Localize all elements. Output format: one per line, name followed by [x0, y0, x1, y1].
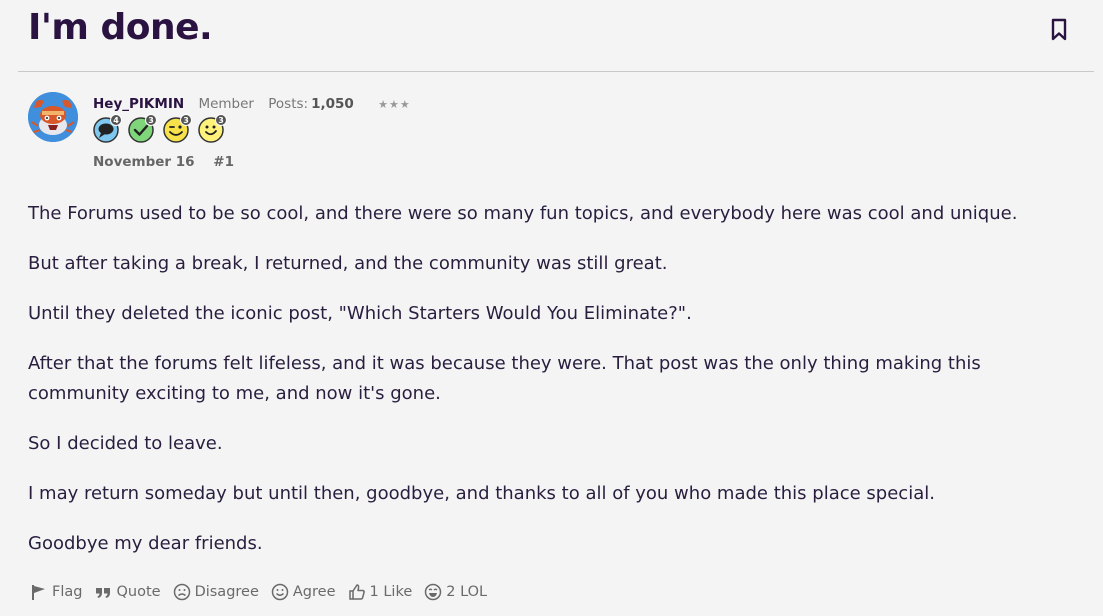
post-paragraph: But after taking a break, I returned, an… [28, 253, 668, 274]
flag-icon [32, 585, 45, 600]
badge-wink[interactable]: 3 [163, 114, 192, 143]
post-number-link[interactable]: #1 [213, 154, 234, 170]
badge-smile[interactable]: 3 [198, 114, 227, 143]
quote-label: Quote [116, 584, 161, 600]
like-label: 1 Like [369, 584, 413, 600]
posts-count-value: 1,050 [311, 96, 354, 112]
post-actions: Flag Quote Disagree Agree 1 Like 2 LOL [30, 583, 487, 601]
post-info: November 16 #1 [93, 154, 234, 170]
rank-stars: ★★★ [378, 98, 411, 111]
page-title: I'm done. [28, 7, 213, 48]
quote-icon [96, 588, 111, 598]
bookmark-icon[interactable] [1049, 18, 1069, 42]
post-paragraph: I may return someday but until then, goo… [28, 483, 935, 504]
disagree-label: Disagree [194, 584, 259, 600]
post-paragraph: Goodbye my dear friends. [28, 533, 263, 554]
post-date[interactable]: November 16 [93, 154, 195, 170]
user-role: Member [198, 96, 254, 112]
flag-label: Flag [52, 584, 83, 600]
thread-header: I'm done. [28, 8, 1083, 52]
disagree-button[interactable]: Disagree [173, 583, 259, 601]
flag-button[interactable]: Flag [30, 583, 82, 601]
thumbs-up-icon [348, 584, 365, 600]
post-body: The Forums used to be so cool, and there… [28, 199, 1068, 579]
like-button[interactable]: 1 Like [348, 583, 413, 601]
agree-label: Agree [292, 584, 336, 600]
laugh-face-icon [425, 583, 442, 601]
badge-list: 4 3 3 3 [93, 114, 227, 147]
header-divider [18, 71, 1094, 72]
badge-count: 3 [145, 114, 157, 126]
post-count: Posts: 1,050 [268, 96, 364, 112]
smile-face-icon [271, 583, 289, 601]
username-link[interactable]: Hey_PIKMIN [93, 96, 184, 112]
lol-label: 2 LOL [446, 584, 488, 600]
post-paragraph: So I decided to leave. [28, 433, 223, 454]
frown-face-icon [173, 583, 190, 601]
avatar[interactable] [28, 92, 78, 142]
badge-count: 4 [110, 114, 122, 126]
author-meta: Hey_PIKMIN Member Posts: 1,050 ★★★ [93, 96, 421, 116]
quote-button[interactable]: Quote [94, 583, 161, 601]
post-paragraph: The Forums used to be so cool, and there… [28, 203, 1018, 224]
badge-count: 3 [180, 114, 192, 126]
badge-chat[interactable]: 4 [93, 114, 122, 143]
agree-button[interactable]: Agree [271, 583, 336, 601]
post-paragraph: After that the forums felt lifeless, and… [28, 353, 981, 404]
badge-count: 3 [215, 114, 227, 126]
posts-label: Posts: [268, 96, 309, 112]
post-paragraph: Until they deleted the iconic post, "Whi… [28, 303, 692, 324]
lol-button[interactable]: 2 LOL [424, 583, 487, 601]
badge-check[interactable]: 3 [128, 114, 157, 143]
